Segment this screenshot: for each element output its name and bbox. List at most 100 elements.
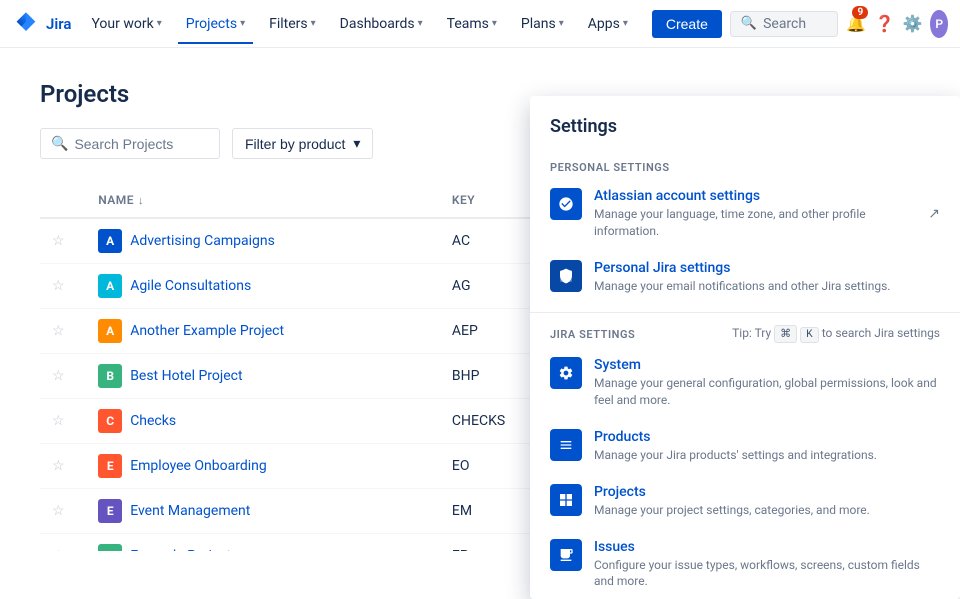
col-header-name[interactable]: Name ↓: [86, 183, 440, 218]
project-icon: C: [98, 409, 122, 433]
sort-icon: ↓: [138, 194, 144, 207]
products-content: Products Manage your Jira products' sett…: [594, 429, 940, 464]
settings-button[interactable]: ⚙️: [902, 8, 922, 40]
issues-content: Issues Configure your issue types, workf…: [594, 539, 940, 591]
project-name-link[interactable]: Advertising Campaigns: [130, 233, 275, 249]
star-cell: ☆: [40, 534, 86, 552]
nav-logo[interactable]: Jira: [12, 10, 71, 38]
settings-item-system[interactable]: System Manage your general configuration…: [530, 347, 960, 419]
notification-badge: 9: [852, 6, 868, 19]
kbd-meta: ⌘: [774, 325, 797, 343]
star-icon[interactable]: ☆: [52, 458, 65, 474]
star-cell: ☆: [40, 218, 86, 264]
filter-by-product-button[interactable]: Filter by product ▾: [232, 128, 373, 159]
star-cell: ☆: [40, 354, 86, 399]
avatar[interactable]: P: [930, 10, 948, 38]
star-cell: ☆: [40, 399, 86, 444]
atlassian-account-desc: Manage your language, time zone, and oth…: [594, 206, 916, 240]
system-content: System Manage your general configuration…: [594, 357, 940, 409]
project-name-link[interactable]: Checks: [130, 413, 176, 429]
chevron-down-icon: ▾: [623, 18, 628, 29]
name-cell: C Checks: [86, 399, 440, 444]
personal-jira-title: Personal Jira settings: [594, 260, 940, 276]
products-icon: [550, 429, 582, 461]
star-icon[interactable]: ☆: [52, 368, 65, 384]
name-cell: A Agile Consultations: [86, 264, 440, 309]
project-name-link[interactable]: Another Example Project: [130, 323, 284, 339]
settings-panel: Settings Personal settings Atlassian acc…: [530, 96, 960, 599]
project-icon: A: [98, 319, 122, 343]
star-icon[interactable]: ☆: [52, 233, 65, 249]
settings-item-issues[interactable]: Issues Configure your issue types, workf…: [530, 529, 960, 599]
name-cell: B Best Hotel Project: [86, 354, 440, 399]
issues-icon: [550, 539, 582, 571]
jira-logo-icon: [12, 10, 40, 38]
notifications-button[interactable]: 🔔 9: [846, 8, 866, 40]
chevron-down-icon: ▾: [559, 18, 564, 29]
chevron-down-icon: ▾: [418, 18, 423, 29]
navbar: Jira Your work ▾ Projects ▾ Filters ▾ Da…: [0, 0, 960, 48]
project-icon: E: [98, 499, 122, 523]
system-desc: Manage your general configuration, globa…: [594, 375, 940, 409]
atlassian-account-title: Atlassian account settings: [594, 188, 916, 204]
search-icon: 🔍: [741, 16, 757, 31]
nav-plans[interactable]: Plans ▾: [513, 12, 572, 36]
project-icon: E: [98, 544, 122, 551]
search-bar[interactable]: 🔍 Search: [730, 11, 838, 37]
filter-label: Filter by product: [245, 136, 345, 152]
star-icon[interactable]: ☆: [52, 503, 65, 519]
issues-title: Issues: [594, 539, 940, 555]
settings-item-personal-jira[interactable]: Personal Jira settings Manage your email…: [530, 250, 960, 305]
project-icon: E: [98, 454, 122, 478]
main-layout: Projects 🔍 Filter by product ▾ Name ↓: [0, 48, 960, 551]
products-title: Products: [594, 429, 940, 445]
nav-projects-label: Projects: [186, 16, 237, 32]
project-name-link[interactable]: Employee Onboarding: [130, 458, 267, 474]
kbd-k: K: [800, 327, 819, 343]
search-label: Search: [763, 16, 806, 32]
create-button[interactable]: Create: [652, 10, 722, 38]
nav-dashboards[interactable]: Dashboards ▾: [332, 12, 431, 36]
settings-title: Settings: [530, 116, 960, 153]
nav-apps-label: Apps: [588, 16, 620, 32]
nav-your-work[interactable]: Your work ▾: [83, 12, 169, 36]
nav-teams[interactable]: Teams ▾: [439, 12, 505, 36]
system-icon: [550, 357, 582, 389]
settings-item-projects[interactable]: Projects Manage your project settings, c…: [530, 474, 960, 529]
name-cell: E Example Project: [86, 534, 440, 552]
atlassian-account-content: Atlassian account settings Manage your l…: [594, 188, 916, 240]
project-icon: A: [98, 229, 122, 253]
star-icon[interactable]: ☆: [52, 413, 65, 429]
help-button[interactable]: ❓: [874, 8, 894, 40]
chevron-down-icon: ▾: [311, 18, 316, 29]
project-name-link[interactable]: Best Hotel Project: [130, 368, 242, 384]
star-icon[interactable]: ☆: [52, 323, 65, 339]
atlassian-account-icon: [550, 188, 582, 220]
personal-settings-label: Personal settings: [530, 153, 960, 178]
nav-projects[interactable]: Projects ▾: [178, 12, 253, 36]
nav-dashboards-label: Dashboards: [340, 16, 415, 32]
nav-plans-label: Plans: [521, 16, 556, 32]
chevron-down-icon: ▾: [353, 135, 360, 152]
nav-teams-label: Teams: [447, 16, 489, 32]
project-icon: A: [98, 274, 122, 298]
project-name-link[interactable]: Event Management: [130, 503, 250, 519]
search-projects-input[interactable]: [74, 136, 209, 152]
nav-apps[interactable]: Apps ▾: [580, 12, 636, 36]
settings-item-atlassian-account[interactable]: Atlassian account settings Manage your l…: [530, 178, 960, 250]
nav-filters[interactable]: Filters ▾: [261, 12, 324, 36]
star-cell: ☆: [40, 264, 86, 309]
divider-1: [530, 312, 960, 313]
settings-item-products[interactable]: Products Manage your Jira products' sett…: [530, 419, 960, 474]
settings-projects-content: Projects Manage your project settings, c…: [594, 484, 940, 519]
chevron-down-icon: ▾: [157, 18, 162, 29]
star-cell: ☆: [40, 489, 86, 534]
name-cell: E Event Management: [86, 489, 440, 534]
star-icon[interactable]: ☆: [52, 278, 65, 294]
project-name-link[interactable]: Agile Consultations: [130, 278, 251, 294]
chevron-down-icon: ▾: [492, 18, 497, 29]
search-projects-box[interactable]: 🔍: [40, 128, 220, 159]
project-icon: B: [98, 364, 122, 388]
settings-projects-desc: Manage your project settings, categories…: [594, 502, 940, 519]
personal-jira-content: Personal Jira settings Manage your email…: [594, 260, 940, 295]
